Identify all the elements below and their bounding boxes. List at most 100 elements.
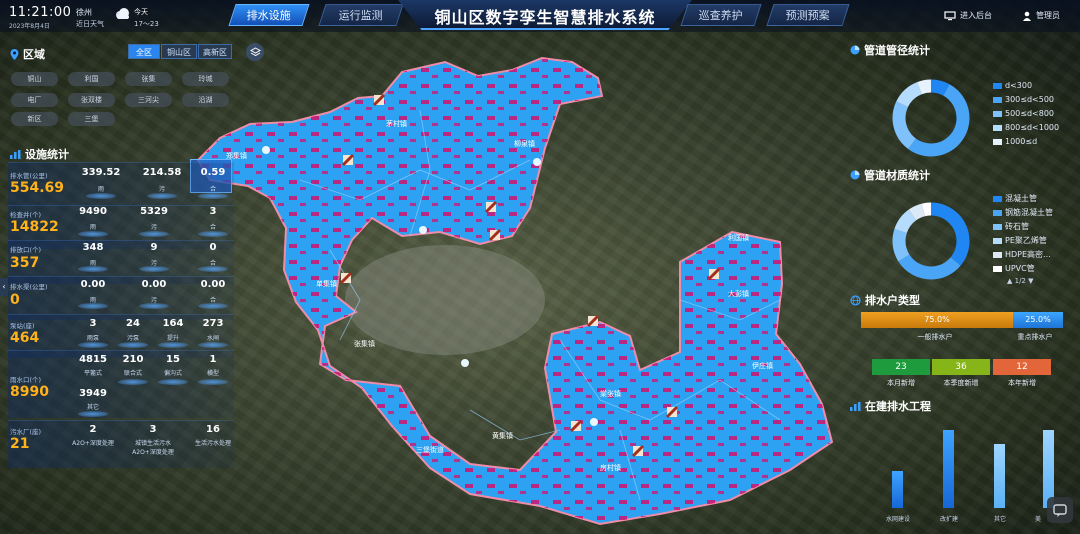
stat-value: 273	[202, 318, 224, 329]
district-chip[interactable]: 沿湖	[182, 93, 229, 107]
legend-item[interactable]: UPVC管	[993, 263, 1035, 274]
region-segment-gaoxin[interactable]: 高新区	[198, 44, 232, 59]
stat-label: 污水厂(座)	[10, 428, 42, 436]
legend-label: 混凝土管	[1005, 194, 1037, 203]
town-label: 茅村镇	[386, 119, 407, 128]
enter-backend-button[interactable]: 进入后台	[944, 10, 992, 21]
tab-drainage-facilities[interactable]: 排水设施	[228, 4, 310, 26]
district-chip[interactable]: 三河尖	[125, 93, 172, 107]
facility-title: 设施统计	[25, 148, 69, 161]
district-chip[interactable]: 新区	[11, 112, 58, 126]
town-label: 三堡街道	[416, 445, 444, 454]
legend-item[interactable]: 300≤d<500	[993, 95, 1054, 104]
pie-chart-icon	[850, 45, 860, 55]
stat-total: 357	[10, 255, 40, 271]
legend-item[interactable]: PE聚乙烯管	[993, 235, 1047, 246]
district-chip[interactable]: 利国	[68, 72, 115, 86]
legend-item[interactable]: 混凝土管	[993, 193, 1037, 204]
legend-item[interactable]: 钢筋混凝土管	[993, 207, 1053, 218]
pedestal	[78, 231, 108, 237]
key-household-label: 重点排水户	[1017, 333, 1053, 341]
project-bar[interactable]	[892, 471, 903, 508]
legend-label: HDPE高密...	[1005, 250, 1051, 259]
today-label: 今天	[134, 8, 148, 16]
monthly-new-count[interactable]: 23	[872, 359, 930, 375]
general-household-bar[interactable]: 75.0%	[861, 312, 1013, 328]
pedestal	[158, 379, 188, 385]
pager-prev-icon[interactable]: ▲	[1007, 277, 1012, 285]
legend-item[interactable]: HDPE高密...	[993, 249, 1051, 260]
stat-value: 3	[89, 318, 97, 329]
yearly-new-count[interactable]: 12	[993, 359, 1051, 375]
legend-item[interactable]: 800≤d<1000	[993, 123, 1059, 132]
stat-label: 排水管(公里)	[10, 172, 48, 180]
stat-total: 8990	[10, 384, 49, 400]
region-segment-all[interactable]: 全区	[128, 44, 160, 59]
town-label: 利国镇	[728, 233, 749, 242]
pager-next-icon[interactable]: ▼	[1028, 277, 1033, 285]
stat-sub: A2O+深度处理	[72, 440, 114, 447]
pipe-material-title: 管道材质统计	[864, 169, 930, 182]
stat-sub: 联合式	[123, 370, 142, 377]
tab-label: 运行监测	[338, 9, 383, 22]
legend-label: 1000≤d	[1005, 137, 1038, 146]
project-bar[interactable]	[994, 444, 1005, 508]
stat-value: 1	[209, 354, 217, 365]
pedestal	[198, 266, 228, 272]
pedestal	[118, 379, 148, 385]
key-household-bar[interactable]: 25.0%	[1013, 312, 1063, 328]
pipe-diameter-donut[interactable]	[889, 76, 973, 160]
stat-value: 3949	[79, 388, 107, 399]
stat-value: 3	[209, 206, 217, 217]
quarterly-new-count[interactable]: 36	[932, 359, 990, 375]
stat-sub: 雨	[89, 224, 96, 231]
tab-label: 预测预案	[785, 9, 830, 22]
collapse-left-panel-button[interactable]: ‹	[0, 278, 8, 296]
tab-inspection-maintenance[interactable]: 巡查养护	[680, 4, 762, 26]
stat-value: 16	[206, 424, 220, 435]
legend-label: 钢筋混凝土管	[1005, 208, 1053, 217]
district-chip[interactable]: 玲城	[182, 72, 229, 86]
stat-label: 排水渠(公里)	[10, 283, 48, 291]
legend-item[interactable]: 500≤d<800	[993, 109, 1054, 118]
legend-swatch	[993, 110, 1002, 117]
bar-chart-icon	[10, 149, 21, 159]
region-segment-tongshan[interactable]: 铜山区	[161, 44, 197, 59]
legend-label: UPVC管	[1005, 264, 1035, 273]
legend-item[interactable]: d<300	[993, 81, 1032, 90]
pipe-material-donut[interactable]	[889, 199, 973, 283]
pedestal	[78, 411, 108, 417]
stat-value: 164	[162, 318, 184, 329]
stat-value: 9490	[79, 206, 107, 217]
district-chip[interactable]: 铜山	[11, 72, 58, 86]
stat-value: 3	[149, 424, 157, 435]
pedestal	[78, 266, 108, 272]
pipe-diameter-heading: 管道管径统计	[850, 42, 930, 58]
projects-title: 在建排水工程	[865, 400, 931, 413]
assistant-button[interactable]	[1047, 497, 1073, 523]
legend-swatch	[993, 237, 1002, 244]
stat-sub: 生活污水处理	[194, 440, 231, 447]
user-menu[interactable]: 管理员	[1022, 10, 1060, 21]
district-chip[interactable]: 三堡	[68, 112, 115, 126]
stat-total: 21	[10, 436, 30, 452]
tab-operation-monitoring[interactable]: 运行监测	[318, 4, 404, 26]
legend-pager[interactable]: ▲ 1/2 ▼	[1007, 277, 1034, 285]
district-chip[interactable]: 张集	[125, 72, 172, 86]
layers-button[interactable]	[246, 43, 264, 61]
legend-item[interactable]: 砖石管	[993, 221, 1029, 232]
tab-forecast-plans[interactable]: 预测预案	[766, 4, 850, 26]
quarterly-new-label: 本季度新增	[943, 379, 979, 387]
cloud-icon	[116, 8, 129, 19]
legend-label: 300≤d<500	[1005, 95, 1055, 104]
legend-item[interactable]: 1000≤d	[993, 137, 1037, 146]
project-bar[interactable]	[943, 430, 954, 508]
household-title: 排水户类型	[865, 294, 920, 307]
stat-sub: 偏沟式	[163, 370, 182, 377]
district-chip[interactable]: 张双楼	[68, 93, 115, 107]
bar-chart-icon	[850, 401, 861, 411]
stat-sub: 雨泵	[86, 335, 99, 342]
town-label: 大彭镇	[728, 289, 749, 298]
district-chip[interactable]: 电厂	[11, 93, 58, 107]
pedestal	[86, 193, 116, 199]
